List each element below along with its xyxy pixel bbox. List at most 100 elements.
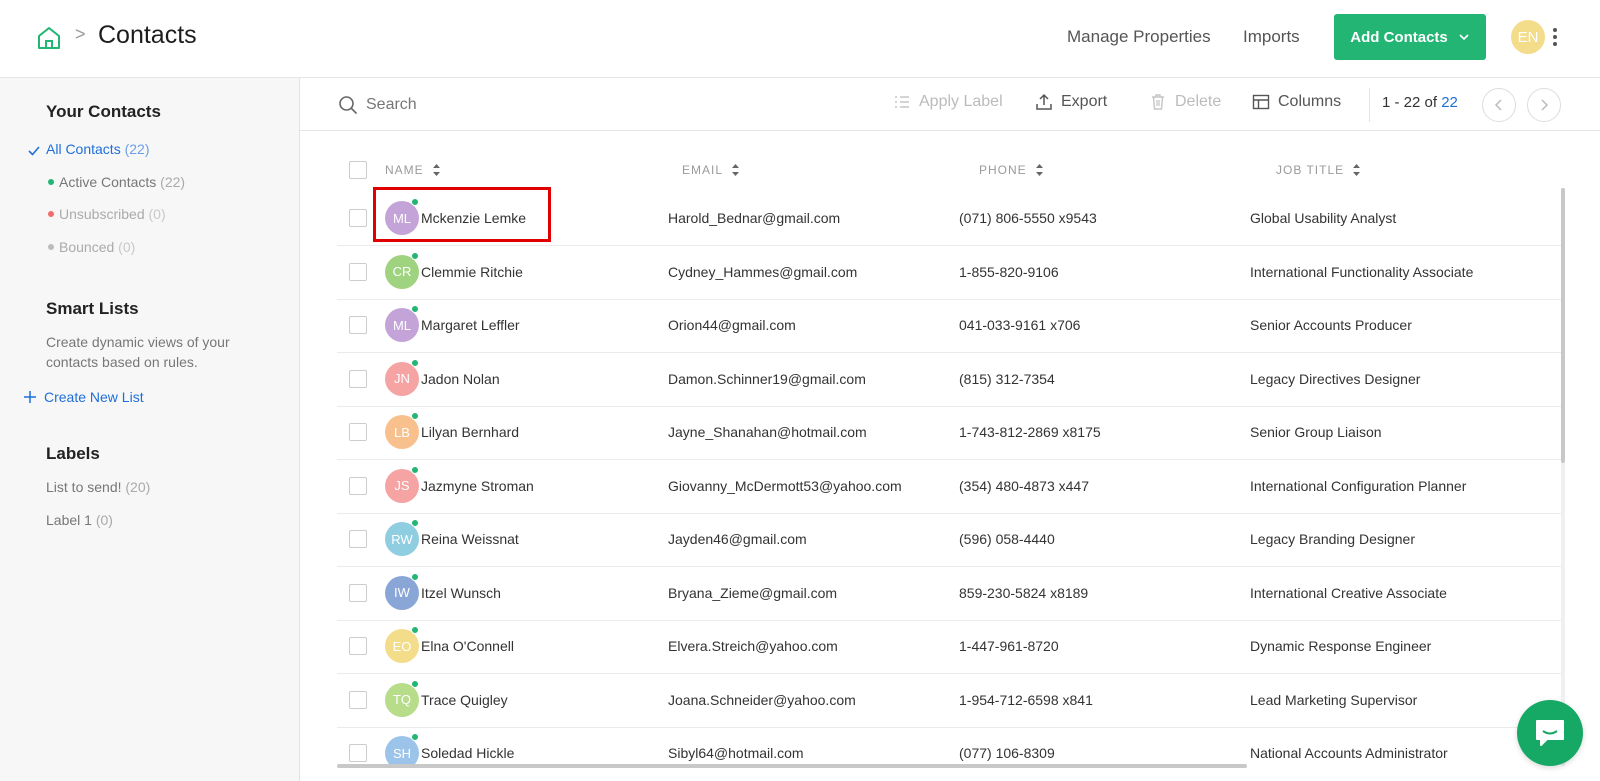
contact-avatar: RW <box>385 522 419 556</box>
contact-name[interactable]: Margaret Leffler <box>421 317 520 333</box>
sidebar-item-unsubscribed[interactable]: Unsubscribed (0) <box>59 206 166 222</box>
horizontal-scrollbar[interactable] <box>337 764 1247 768</box>
manage-properties-link[interactable]: Manage Properties <box>1067 27 1211 47</box>
row-checkbox[interactable] <box>349 637 367 655</box>
online-status-dot <box>411 679 419 688</box>
imports-link[interactable]: Imports <box>1243 27 1300 47</box>
sidebar-item-count: (0) <box>118 239 136 255</box>
contact-job-title: Lead Marketing Supervisor <box>1250 691 1418 708</box>
add-contacts-button[interactable]: Add Contacts <box>1334 14 1486 60</box>
sidebar: Your Contacts All Contacts (22) Active C… <box>0 78 300 781</box>
label-item-list-to-send[interactable]: List to send! (20) <box>46 479 150 495</box>
row-checkbox[interactable] <box>349 690 367 709</box>
online-status-dot <box>411 465 419 474</box>
column-header-label: EMAIL <box>682 163 724 177</box>
next-page-button[interactable] <box>1527 88 1561 122</box>
contact-name[interactable]: Jazmyne Stroman <box>421 478 534 494</box>
contact-name[interactable]: Lilyan Bernhard <box>421 424 519 440</box>
contact-email: Joana.Schneider@yahoo.com <box>668 691 856 708</box>
columns-button[interactable]: Columns <box>1252 93 1341 111</box>
contact-avatar: EO <box>385 629 419 663</box>
table-row[interactable]: EO Elna O'Connell Elvera.Streich@yahoo.com… <box>337 620 1562 674</box>
column-header-job-title[interactable]: JOB TITLE <box>1276 163 1361 177</box>
row-checkbox[interactable] <box>349 369 367 388</box>
table-row[interactable]: JS Jazmyne Stroman Giovanny_McDermott53@ya… <box>337 460 1562 514</box>
contact-email: Harold_Bednar@gmail.com <box>668 210 841 226</box>
user-avatar[interactable]: EN <box>1511 20 1545 54</box>
online-status-dot <box>411 305 419 313</box>
contact-job-title: Senior Group Liaison <box>1250 424 1382 440</box>
table-row[interactable]: SH Soledad Hickle Sibyl64@hotmail.com (077)… <box>337 727 1562 765</box>
column-header-name[interactable]: NAME <box>385 163 441 177</box>
contact-avatar: LB <box>385 415 419 449</box>
online-status-dot <box>411 733 419 741</box>
add-contacts-label: Add Contacts <box>1350 28 1448 46</box>
chat-launcher-button[interactable] <box>1517 700 1583 766</box>
select-all-checkbox[interactable] <box>349 161 367 179</box>
sidebar-item-label: Active Contacts <box>59 174 157 190</box>
column-header-phone[interactable]: PHONE <box>979 163 1044 177</box>
contact-name[interactable]: Jadon Nolan <box>421 371 500 387</box>
contact-job-title: National Accounts Administrator <box>1250 745 1448 761</box>
delete-text: Delete <box>1175 93 1222 110</box>
table-row[interactable]: ML Margaret Leffler Orion44@gmail.com 041-0… <box>337 299 1562 353</box>
online-status-dot <box>411 626 419 634</box>
row-checkbox[interactable] <box>349 530 367 548</box>
label-item-label-1[interactable]: Label 1 (0) <box>46 512 113 528</box>
smart-lists-description: Create dynamic views of your contacts ba… <box>46 334 230 370</box>
create-new-list-label: Create New List <box>44 389 144 405</box>
contact-job-title: International Creative Associate <box>1250 584 1447 601</box>
your-contacts-heading: Your Contacts <box>46 102 161 121</box>
contact-job-title: Senior Accounts Producer <box>1250 317 1412 333</box>
home-icon[interactable] <box>36 25 62 51</box>
row-checkbox[interactable] <box>349 209 367 227</box>
table-row[interactable]: TQ Trace Quigley Joana.Schneider@yahoo.com… <box>337 674 1562 728</box>
table-row[interactable]: CR Clemmie Ritchie Cydney_Hammes@gmail.com… <box>337 246 1562 300</box>
contact-name[interactable]: Itzel Wunsch <box>421 585 501 601</box>
apply-label-button[interactable]: Apply Label <box>893 93 1003 111</box>
contacts-table: NAME EMAIL PHONE JOB TITLE ML Mckenzie Le… <box>337 150 1562 765</box>
delete-button[interactable]: Delete <box>1149 93 1221 111</box>
contact-name[interactable]: Reina Weissnat <box>421 531 519 547</box>
contact-name[interactable]: Elna O'Connell <box>421 638 514 654</box>
contact-email: Orion44@gmail.com <box>668 317 796 333</box>
vertical-scrollbar-thumb[interactable] <box>1561 188 1565 463</box>
more-options-icon[interactable] <box>1552 26 1558 48</box>
table-row[interactable]: RW Reina Weissnat Jayden46@gmail.com (596) … <box>337 513 1562 567</box>
sidebar-item-all-contacts[interactable]: All Contacts (22) <box>46 141 150 157</box>
contact-phone: 859-230-5824 x8189 <box>959 584 1089 601</box>
row-checkbox[interactable] <box>349 476 367 495</box>
column-header-email[interactable]: EMAIL <box>682 163 740 177</box>
label-item-name: List to send! <box>46 479 122 495</box>
row-checkbox[interactable] <box>349 316 367 334</box>
label-item-name: Label 1 <box>46 512 92 528</box>
contact-phone: (071) 806-5550 x9543 <box>959 210 1097 226</box>
contact-avatar: CR <box>385 254 419 289</box>
row-checkbox[interactable] <box>349 583 367 602</box>
sort-icon <box>432 164 440 176</box>
export-button[interactable]: Export <box>1035 93 1107 111</box>
smart-lists-heading: Smart Lists <box>46 299 139 318</box>
sidebar-item-active-contacts[interactable]: Active Contacts (22) <box>59 174 185 190</box>
table-header: NAME EMAIL PHONE JOB TITLE <box>337 150 1562 192</box>
sidebar-item-label: Bounced <box>59 239 115 255</box>
create-new-list-link[interactable]: Create New List <box>24 389 144 405</box>
contact-email: Damon.Schinner19@gmail.com <box>668 370 866 387</box>
contact-email: Cydney_Hammes@gmail.com <box>668 263 858 280</box>
contact-email: Giovanny_McDermott53@yahoo.com <box>668 477 902 494</box>
search-input[interactable] <box>366 92 666 118</box>
table-row[interactable]: JN Jadon Nolan Damon.Schinner19@gmail.com (… <box>337 353 1562 407</box>
row-checkbox[interactable] <box>349 744 367 762</box>
table-row[interactable]: LB Lilyan Bernhard Jayne_Shanahan@hotmail.… <box>337 406 1562 460</box>
sidebar-item-bounced[interactable]: Bounced (0) <box>59 239 135 255</box>
row-checkbox[interactable] <box>349 262 367 281</box>
contact-name[interactable]: Clemmie Ritchie <box>421 264 523 280</box>
page-title: Contacts <box>98 21 197 49</box>
contact-name[interactable]: Soledad Hickle <box>421 745 514 761</box>
row-checkbox[interactable] <box>349 423 367 441</box>
table-row[interactable]: IW Itzel Wunsch Bryana_Zieme@gmail.com 859-… <box>337 567 1562 621</box>
contact-name[interactable]: Trace Quigley <box>421 692 508 708</box>
sort-icon <box>1035 164 1043 176</box>
list-icon <box>895 96 909 108</box>
previous-page-button[interactable] <box>1482 88 1516 122</box>
